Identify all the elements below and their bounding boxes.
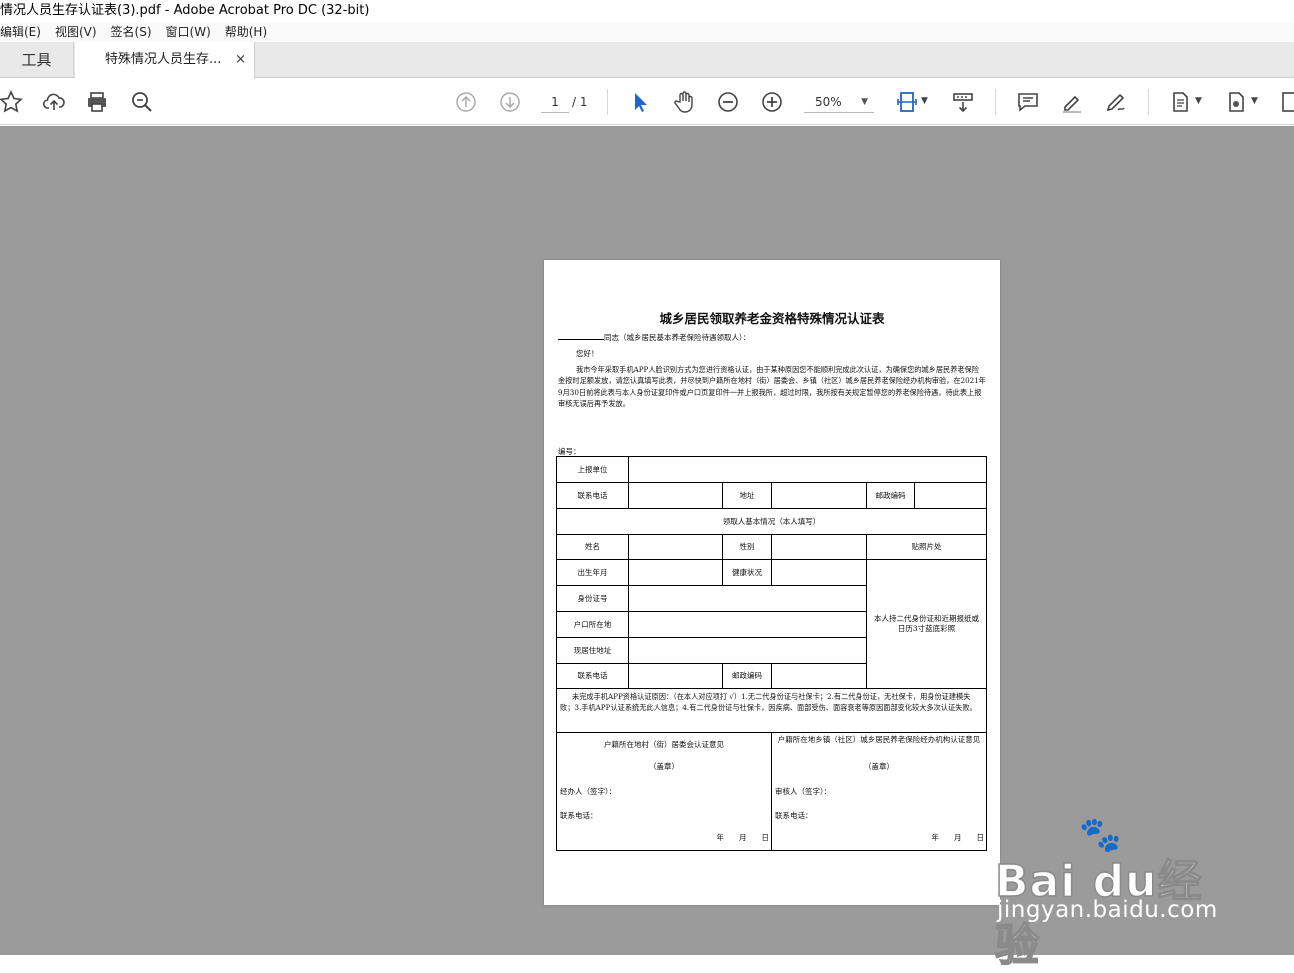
intro-paragraph: 我市今年采取手机APP人脸识别方式为您进行资格认证，由于某种原因您不能顺利完成此… xyxy=(558,365,986,408)
cell-health: 健康状况 xyxy=(723,560,772,586)
chevron-down-icon[interactable]: ▼ xyxy=(1195,96,1202,106)
cell-report-unit: 上报单位 xyxy=(557,457,629,483)
page-up-icon[interactable] xyxy=(453,89,479,115)
cell-postcode-value xyxy=(915,483,986,509)
cell-birth: 出生年月 xyxy=(557,560,629,586)
salutation: 同志（城乡居民基本养老保险待遇领取人）： xyxy=(558,332,750,343)
cell-postcode-2-value xyxy=(772,664,867,689)
comment-icon[interactable] xyxy=(1015,89,1041,115)
form-table: 上报单位 联系电话 地址 邮政编码 领取人基本情况（本人填写） 姓名 性别 贴照… xyxy=(556,456,987,851)
village-seal: （盖章） xyxy=(649,762,679,771)
panel-toggle-icon[interactable] xyxy=(1278,89,1294,115)
cell-report-unit-value xyxy=(629,457,986,483)
cell-photo-label: 贴照片处 xyxy=(867,535,986,560)
upload-cloud-icon[interactable] xyxy=(41,89,67,115)
cell-postcode: 邮政编码 xyxy=(867,483,915,509)
sign-pen-icon[interactable] xyxy=(1103,89,1129,115)
cell-birth-value xyxy=(629,560,723,586)
close-tab-icon[interactable]: × xyxy=(235,42,246,78)
menu-edit[interactable]: 编辑(E) xyxy=(0,22,48,42)
tab-document[interactable]: 特殊情况人员生存... × xyxy=(75,42,255,79)
cell-phone-2-value xyxy=(629,664,723,689)
scroll-mode-icon[interactable] xyxy=(950,89,976,115)
cell-gender-value xyxy=(772,535,867,560)
cell-id-number-value xyxy=(629,586,867,612)
village-date: 年 月 日 xyxy=(716,833,770,842)
greeting: 您好！ xyxy=(576,349,599,358)
cell-postcode-2: 邮政编码 xyxy=(723,664,772,689)
handler-signature-label: 经办人（签字）： xyxy=(560,787,617,796)
cell-name: 姓名 xyxy=(557,535,629,560)
tab-document-label: 特殊情况人员生存... xyxy=(105,52,222,67)
cell-residence: 现居住地址 xyxy=(557,638,629,664)
zoom-value: 50% xyxy=(815,95,842,109)
document-icon[interactable] xyxy=(1167,89,1193,115)
cell-section-title: 领取人基本情况（本人填写） xyxy=(557,509,986,535)
village-opinion-title: 户籍所在地村（街）居委会认证意见 xyxy=(604,740,724,749)
menu-sign[interactable]: 签名(S) xyxy=(111,22,159,42)
search-zoom-icon[interactable] xyxy=(129,89,155,115)
chevron-down-icon[interactable]: ▼ xyxy=(921,96,928,106)
select-cursor-icon[interactable] xyxy=(627,89,653,115)
cell-phone-value xyxy=(629,483,723,509)
township-opinion-box: 户籍所在地乡镇（社区）城乡居民养老保险经办机构认证意见 （盖章） 审核人（签字）… xyxy=(772,733,986,850)
baidu-jingyan-watermark: 🐾 Bai du经验 jingyan.baidu.com xyxy=(994,814,1245,972)
toolbar: 1 / 1 50% ▼ ▼ ▼ ▼ xyxy=(0,79,1294,125)
toolbar-divider xyxy=(1148,89,1149,115)
toolbar-divider xyxy=(995,89,996,115)
menu-window[interactable]: 窗口(W) xyxy=(166,22,218,42)
highlight-pen-icon[interactable] xyxy=(1059,89,1085,115)
star-icon[interactable] xyxy=(0,89,24,115)
page-total: / 1 xyxy=(572,95,588,109)
township-seal: （盖章） xyxy=(864,762,894,771)
cell-hukou: 户口所在地 xyxy=(557,612,629,638)
page-down-icon[interactable] xyxy=(497,89,523,115)
township-date: 年 月 日 xyxy=(931,833,985,842)
pdf-page: 城乡居民领取养老金资格特殊情况认证表 同志（城乡居民基本养老保险待遇领取人）： … xyxy=(544,260,1000,905)
chevron-down-icon[interactable]: ▼ xyxy=(1251,96,1258,106)
page-number-input[interactable]: 1 xyxy=(541,91,569,113)
cell-hukou-value xyxy=(629,612,867,638)
cell-name-value xyxy=(629,535,723,560)
cell-health-value xyxy=(772,560,867,586)
tab-tools[interactable]: 工具 xyxy=(0,42,74,78)
reviewer-signature-label: 审核人（签字）： xyxy=(775,787,832,796)
document-title: 城乡居民领取养老金资格特殊情况认证表 xyxy=(659,311,885,326)
township-contact-label: 联系电话： xyxy=(775,811,813,820)
township-opinion-title: 户籍所在地乡镇（社区）城乡居民养老保险经办机构认证意见 xyxy=(777,735,981,744)
cell-gender: 性别 xyxy=(723,535,772,560)
cell-residence-value xyxy=(629,638,867,664)
cell-phone: 联系电话 xyxy=(557,483,629,509)
menu-help[interactable]: 帮助(H) xyxy=(225,22,274,42)
village-opinion-box: 户籍所在地村（街）居委会认证意见 （盖章） 经办人（签字）： 联系电话： 年 月… xyxy=(557,733,772,850)
cell-phone-2: 联系电话 xyxy=(557,664,629,689)
hand-tool-icon[interactable] xyxy=(671,89,697,115)
zoom-select[interactable]: 50% ▼ xyxy=(804,91,874,113)
toolbar-divider xyxy=(607,89,608,115)
village-contact-label: 联系电话： xyxy=(560,811,598,820)
cell-address: 地址 xyxy=(723,483,772,509)
menu-view[interactable]: 视图(V) xyxy=(55,22,104,42)
print-icon[interactable] xyxy=(84,89,110,115)
window-title: 情况人员生存认证表(3).pdf - Adobe Acrobat Pro DC … xyxy=(0,0,1294,22)
chevron-down-icon: ▼ xyxy=(861,97,868,107)
cell-photo-note: 本人持二代身份证和近期报纸或日历3寸蓝底彩照 xyxy=(867,560,986,689)
document-settings-icon[interactable] xyxy=(1223,89,1249,115)
fit-page-icon[interactable] xyxy=(894,89,920,115)
cell-id-number: 身份证号 xyxy=(557,586,629,612)
watermark-url: jingyan.baidu.com xyxy=(997,897,1218,923)
zoom-out-icon[interactable] xyxy=(715,89,741,115)
menu-bar: 编辑(E) 视图(V) 签名(S) 窗口(W) 帮助(H) xyxy=(0,22,1294,42)
cell-address-value xyxy=(772,483,867,509)
failure-reason-text: 未完成手机APP资格认证原因：（在本人对应项打 √）1.无二代身份证与社保卡；2… xyxy=(557,689,986,733)
tab-bar: 工具 特殊情况人员生存... × xyxy=(0,42,1294,79)
zoom-in-icon[interactable] xyxy=(759,89,785,115)
